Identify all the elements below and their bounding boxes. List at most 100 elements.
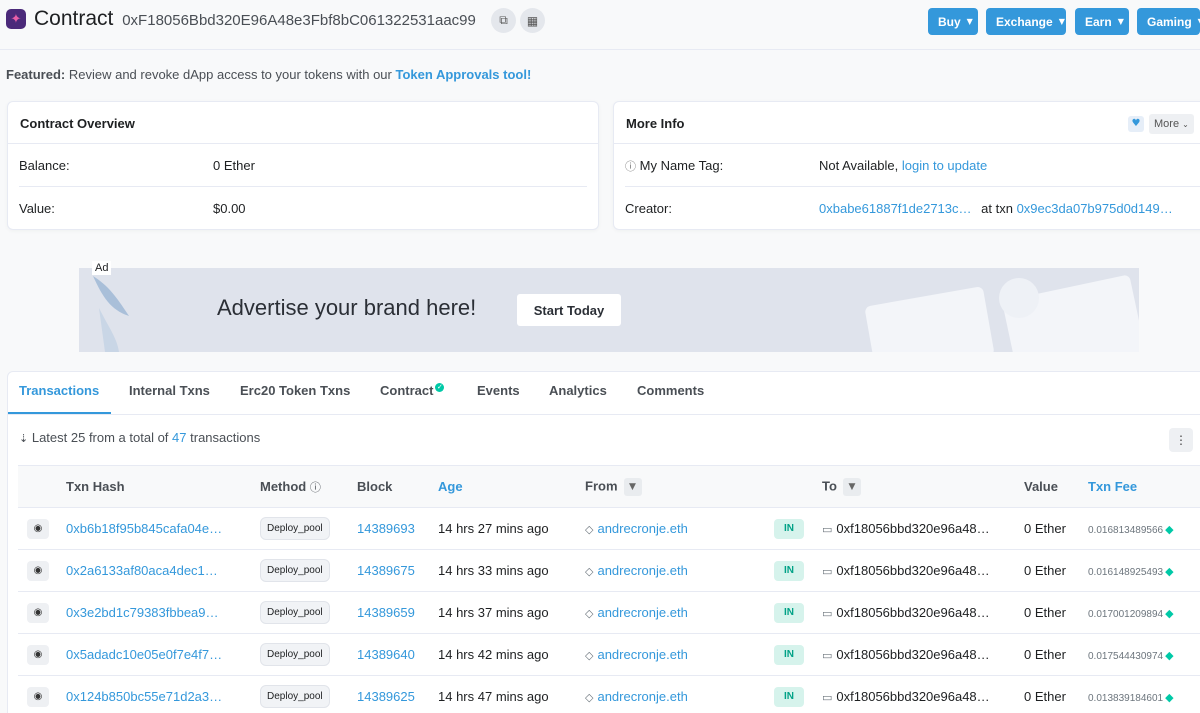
eye-icon[interactable]: ◉ (27, 518, 49, 539)
from-cell: ◇ andrecronje.eth (585, 633, 774, 676)
eye-cell: ◉ (18, 591, 66, 634)
txn-fee-value: 0.017001209894 (1088, 609, 1164, 620)
ens-icon: ◇ (585, 523, 594, 536)
table-row: ◉ 0xb6b18f95b845cafa04e… Deploy_pool 143896… (18, 507, 1200, 550)
from-cell: ◇ andrecronje.eth (585, 507, 774, 550)
txn-hash-link[interactable]: 0xb6b18f95b845cafa04e… (66, 521, 222, 536)
direction-badge: IN (774, 644, 804, 665)
column-header-txn-fee[interactable]: Txn Fee (1088, 465, 1200, 508)
start-today-button[interactable]: Start Today (517, 294, 621, 326)
to-address: 0xf18056bbd320e96a48… (836, 563, 990, 578)
txn-hash-cell: 0x3e2bd1c79383fbbea9… (66, 591, 260, 634)
txn-hash-cell: 0x5adadc10e05e0f7e4f7… (66, 633, 260, 676)
txn-hash-link[interactable]: 0x5adadc10e05e0f7e4f7… (66, 647, 222, 662)
ad-headline: Advertise your brand here! (217, 295, 477, 320)
method-header-label: Method (260, 478, 307, 494)
column-header-value: Value (1024, 465, 1088, 508)
filter-icon[interactable]: ▼ (842, 477, 861, 496)
kebab-menu-icon[interactable]: ⋮ (1169, 428, 1193, 452)
block-link[interactable]: 14389659 (357, 605, 415, 620)
creator-txn-link[interactable]: 0x9ec3da07b975d0d149… (1017, 201, 1173, 216)
method-badge: Deploy_pool (260, 559, 330, 582)
to-cell: ▭ 0xf18056bbd320e96a48… (822, 507, 1024, 550)
age-cell: 14 hrs 37 mins ago (438, 591, 585, 634)
to-address: 0xf18056bbd320e96a48… (836, 689, 990, 704)
from-link[interactable]: andrecronje.eth (597, 563, 687, 578)
divider (19, 186, 587, 187)
eye-cell: ◉ (18, 507, 66, 550)
divider (8, 414, 1200, 415)
creator-value-row: 0xbabe61887f1de2713c… at txn 0x9ec3da07b… (819, 201, 1173, 216)
token-approvals-link[interactable]: Token Approvals tool! (396, 67, 532, 82)
txn-hash-cell: 0x124b850bc55e71d2a3… (66, 675, 260, 713)
summary-count-link[interactable]: 47 (172, 430, 186, 445)
eye-icon[interactable]: ◉ (27, 644, 49, 665)
tab-internal-txns[interactable]: Internal Txns (129, 383, 210, 398)
from-link[interactable]: andrecronje.eth (597, 605, 687, 620)
gaming-button[interactable]: Gaming▼ (1137, 8, 1200, 35)
summary-prefix: Latest 25 from a total of (31, 430, 169, 445)
name-tag-value-row: Not Available, login to update (819, 158, 987, 173)
column-header-block: Block (357, 465, 438, 508)
more-info-card: More Info ♥ More ⌄ ⓘ My Name Tag: Not Av… (613, 101, 1200, 230)
txn-hash-link[interactable]: 0x124b850bc55e71d2a3… (66, 689, 222, 704)
fee-cell: 0.016148925493 ◆ (1088, 549, 1200, 592)
block-link[interactable]: 14389625 (357, 689, 415, 704)
heart-icon[interactable]: ♥ (1128, 116, 1144, 132)
copy-address-button[interactable]: ⧉ (491, 8, 516, 33)
tab-comments[interactable]: Comments (637, 383, 704, 398)
column-header-age[interactable]: Age (438, 465, 585, 508)
eye-cell: ◉ (18, 675, 66, 713)
to-cell: ▭ 0xf18056bbd320e96a48… (822, 675, 1024, 713)
direction-cell: IN (774, 633, 822, 676)
to-header-label: To (822, 477, 837, 493)
featured-banner: Featured: Review and revoke dApp access … (6, 67, 531, 82)
tab-contract[interactable]: Contract ✓ (380, 383, 445, 398)
direction-cell: IN (774, 675, 822, 713)
tab-transactions[interactable]: Transactions (19, 383, 99, 398)
earn-button[interactable]: Earn ▼ (1075, 8, 1129, 35)
table-header-row: Txn Hash Method ⓘ Block Age From ▼ To ▼ Va… (18, 465, 1200, 508)
txn-hash-link[interactable]: 0x2a6133af80aca4dec1… (66, 563, 218, 578)
card-title: Contract Overview (8, 102, 598, 144)
exchange-button[interactable]: Exchange ▼ (986, 8, 1066, 35)
chevron-down-icon: ▼ (1117, 17, 1124, 26)
block-cell: 14389693 (357, 507, 438, 550)
direction-cell: IN (774, 591, 822, 634)
from-link[interactable]: andrecronje.eth (597, 689, 687, 704)
creator-address-link[interactable]: 0xbabe61887f1de2713c… (819, 201, 972, 216)
column-header-eye (18, 465, 66, 508)
from-cell: ◇ andrecronje.eth (585, 675, 774, 713)
gaming-label: Gaming (1147, 14, 1192, 29)
divider (625, 186, 1200, 187)
more-label: More (1154, 118, 1180, 130)
ens-icon: ◇ (585, 649, 594, 662)
txn-fee-value: 0.016148925493 (1088, 567, 1164, 578)
ens-icon: ◇ (585, 691, 594, 704)
featured-label: Featured: (6, 67, 66, 82)
at-txn-label: at txn (981, 201, 1013, 216)
eye-icon[interactable]: ◉ (27, 602, 49, 623)
filter-icon[interactable]: ▼ (623, 477, 642, 496)
method-badge: Deploy_pool (260, 643, 330, 666)
from-link[interactable]: andrecronje.eth (597, 521, 687, 536)
txn-hash-cell: 0xb6b18f95b845cafa04e… (66, 507, 260, 550)
eye-cell: ◉ (18, 633, 66, 676)
login-link[interactable]: login to update (902, 158, 987, 173)
buy-button[interactable]: Buy ▼ (928, 8, 978, 35)
block-link[interactable]: 14389693 (357, 521, 415, 536)
eye-icon[interactable]: ◉ (27, 686, 49, 707)
tab-analytics[interactable]: Analytics (549, 383, 607, 398)
qr-code-button[interactable]: ▦ (520, 8, 545, 33)
tab-events[interactable]: Events (477, 383, 520, 398)
ad-banner[interactable]: Advertise your brand here! Start Today (79, 268, 1139, 352)
txn-fee-value: 0.016813489566 (1088, 525, 1164, 536)
tab-erc20-token-txns[interactable]: Erc20 Token Txns (240, 383, 350, 398)
eye-icon[interactable]: ◉ (27, 560, 49, 581)
txn-hash-link[interactable]: 0x3e2bd1c79383fbbea9… (66, 605, 219, 620)
table-row: ◉ 0x124b850bc55e71d2a3… Deploy_pool 1438962… (18, 675, 1200, 713)
block-link[interactable]: 14389640 (357, 647, 415, 662)
from-link[interactable]: andrecronje.eth (597, 647, 687, 662)
more-dropdown[interactable]: More ⌄ (1149, 114, 1194, 134)
block-link[interactable]: 14389675 (357, 563, 415, 578)
